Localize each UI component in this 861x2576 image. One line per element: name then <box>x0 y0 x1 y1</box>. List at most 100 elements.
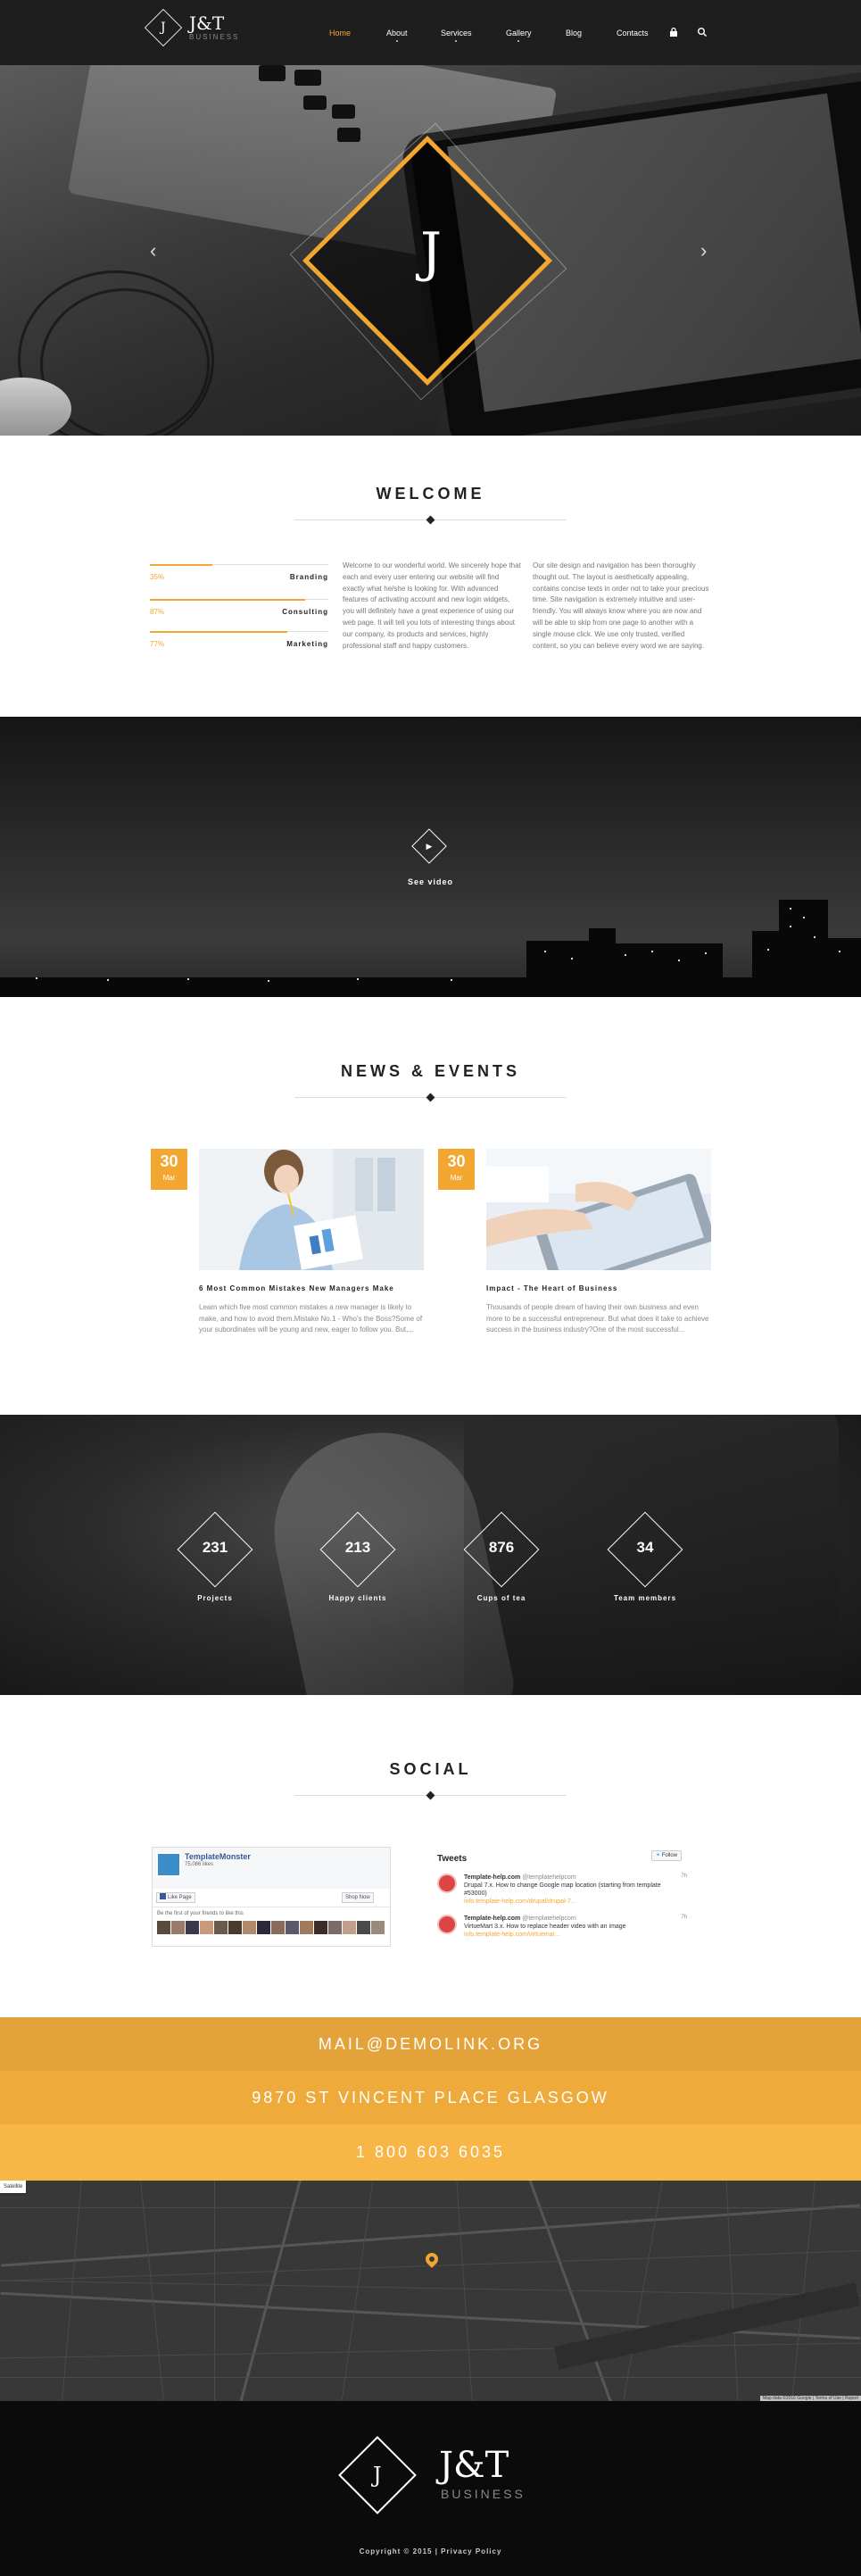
footer-logo-title: J&T <box>439 2445 509 2486</box>
counter-label: Cups of tea <box>476 1594 526 1602</box>
counter-label: Team members <box>613 1594 677 1602</box>
news-title: NEWS & EVENTS <box>340 1062 521 1080</box>
facebook-shop-button[interactable]: Shop Now <box>342 1892 374 1903</box>
nav-services[interactable]: Services <box>441 29 472 42</box>
counter-team-members: 34 Team members <box>585 1511 692 1614</box>
site-header: J J&T BUSINESS Home About Services Galle… <box>0 0 861 65</box>
skill-percent: 35% <box>150 573 165 581</box>
contact-address: 9870 ST VINCENT PLACE GLASGOW <box>0 2071 861 2124</box>
main-nav: Home About Services Gallery Blog Contact… <box>329 29 649 42</box>
nav-home[interactable]: Home <box>329 29 351 37</box>
tweet-link[interactable]: info.template-help.com/drupal/drupal-7..… <box>464 1899 576 1905</box>
chevron-left-icon[interactable]: ‹ <box>150 239 156 262</box>
counter-value: 34 <box>636 1539 654 1556</box>
contact-phone[interactable]: 1 800 603 6035 <box>0 2124 861 2181</box>
welcome-text-left: Welcome to our wonderful world. We since… <box>343 561 521 650</box>
welcome-title: WELCOME <box>376 485 485 503</box>
nav-about[interactable]: About <box>386 29 408 42</box>
tweet-author[interactable]: Template-help.com <box>464 1915 520 1922</box>
news-image[interactable] <box>486 1149 711 1270</box>
tweet-author[interactable]: Template-help.com <box>464 1874 520 1881</box>
tweet-age: 7h <box>681 1915 687 1920</box>
tweet-item[interactable]: Template-help.com @templatehelpcom Virtu… <box>437 1915 687 1947</box>
counter-value: 213 <box>344 1539 371 1556</box>
counter-label: Happy clients <box>328 1594 387 1602</box>
submenu-indicator <box>455 40 458 42</box>
divider-diamond <box>426 515 435 525</box>
twitter-widget: Tweets ✦ Follow Template-help.com @templ… <box>437 1847 687 1954</box>
social-title: SOCIAL <box>389 1760 472 1778</box>
counters-section <box>0 1415 861 1695</box>
counter-value: 231 <box>202 1539 228 1556</box>
tweet-link[interactable]: info.template-help.com/virtuemar... <box>464 1932 559 1938</box>
facebook-fans-strip <box>157 1921 385 1934</box>
chevron-right-icon[interactable]: › <box>700 239 707 262</box>
tweet-age: 7h <box>681 1874 687 1879</box>
facebook-page-name[interactable]: TemplateMonster <box>185 1852 251 1861</box>
site-logo[interactable]: J J&T BUSINESS <box>144 8 240 47</box>
nav-contacts[interactable]: Contacts <box>617 29 649 37</box>
facebook-like-button[interactable]: Like Page <box>156 1892 195 1903</box>
skill-bar-consulting: 87% Consulting <box>150 599 328 616</box>
skill-fill <box>150 599 305 601</box>
skill-label: Consulting <box>282 608 328 616</box>
lock-icon[interactable] <box>668 27 679 37</box>
tweet-text: VirtueMart 3.x. How to replace header vi… <box>464 1924 626 1930</box>
facebook-page-avatar[interactable] <box>156 1852 181 1877</box>
nav-blog[interactable]: Blog <box>566 29 582 37</box>
divider-diamond <box>426 1791 435 1800</box>
submenu-indicator <box>395 40 398 42</box>
news-day: 30 <box>160 1152 178 1170</box>
logo-subtitle: BUSINESS <box>189 33 240 41</box>
tweet-avatar[interactable] <box>437 1874 457 1893</box>
twitter-follow-button[interactable]: ✦ Follow <box>651 1850 683 1861</box>
tweet-text: Drupal 7.x. How to change Google map loc… <box>464 1882 661 1897</box>
counter-value: 876 <box>488 1539 515 1556</box>
news-item: 30 Mar Impact - The Heart of Business Th… <box>438 1149 715 1336</box>
nav-gallery-label: Gallery <box>506 29 532 37</box>
facebook-friends-text: Be the first of your friends to like thi… <box>157 1911 244 1916</box>
tweet-item[interactable]: Template-help.com @templatehelpcom Drupa… <box>437 1874 687 1906</box>
news-month: Mar <box>162 1174 176 1182</box>
footer-logo-subtitle: BUSINESS <box>441 2487 526 2501</box>
footer-logo-letter: J <box>373 2463 382 2488</box>
hero-slider: J ‹ › <box>0 65 861 436</box>
skill-label: Marketing <box>286 640 328 648</box>
news-item: 30 Mar 6 Most Common Mistakes New Manage… <box>151 1149 427 1336</box>
play-video-button[interactable]: ▶ <box>411 828 447 864</box>
play-icon: ▶ <box>426 841 433 851</box>
follow-button-label: Follow <box>661 1853 678 1858</box>
twitter-bird-icon: ✦ <box>656 1853 661 1858</box>
skill-fill <box>150 631 287 633</box>
skill-bar-branding: 35% Branding <box>150 564 328 581</box>
news-date-badge: 30 Mar <box>151 1149 187 1190</box>
facebook-icon <box>160 1893 166 1899</box>
news-title-link[interactable]: 6 Most Common Mistakes New Managers Make <box>199 1284 394 1292</box>
google-map[interactable]: Satellite Map data ©2016 Google | Terms … <box>0 2181 861 2401</box>
tweet-handle: @templatehelpcom <box>522 1874 576 1881</box>
facebook-widget: TemplateMonster 75,086 likes Like Page S… <box>152 1847 391 1947</box>
facebook-likes: 75,086 likes <box>185 1862 214 1867</box>
search-icon[interactable] <box>697 27 708 37</box>
news-title-link[interactable]: Impact - The Heart of Business <box>486 1284 617 1292</box>
tweet-handle: @templatehelpcom <box>522 1915 576 1922</box>
nav-about-label: About <box>386 29 408 37</box>
skill-bar-marketing: 77% Marketing <box>150 631 328 648</box>
news-day: 30 <box>447 1152 466 1170</box>
like-button-label: Like Page <box>168 1895 192 1900</box>
copyright-text[interactable]: Copyright © 2015 | Privacy Policy <box>0 2547 861 2555</box>
skill-label: Branding <box>289 573 328 581</box>
see-video-label[interactable]: See video <box>0 877 861 886</box>
nav-gallery[interactable]: Gallery <box>506 29 532 42</box>
logo-title: J&T <box>189 12 225 34</box>
hero-logo-mark: J <box>419 221 443 284</box>
tweet-avatar[interactable] <box>437 1915 457 1934</box>
news-date-badge: 30 Mar <box>438 1149 475 1190</box>
contact-email[interactable]: MAIL@DEMOLINK.ORG <box>0 2017 861 2071</box>
news-image[interactable] <box>199 1149 424 1270</box>
logo-mark: J <box>144 8 183 47</box>
submenu-indicator <box>517 40 520 42</box>
tweets-heading: Tweets <box>437 1854 468 1864</box>
map-type-button[interactable]: Satellite <box>0 2181 27 2193</box>
counter-projects: 231 Projects <box>155 1511 262 1614</box>
